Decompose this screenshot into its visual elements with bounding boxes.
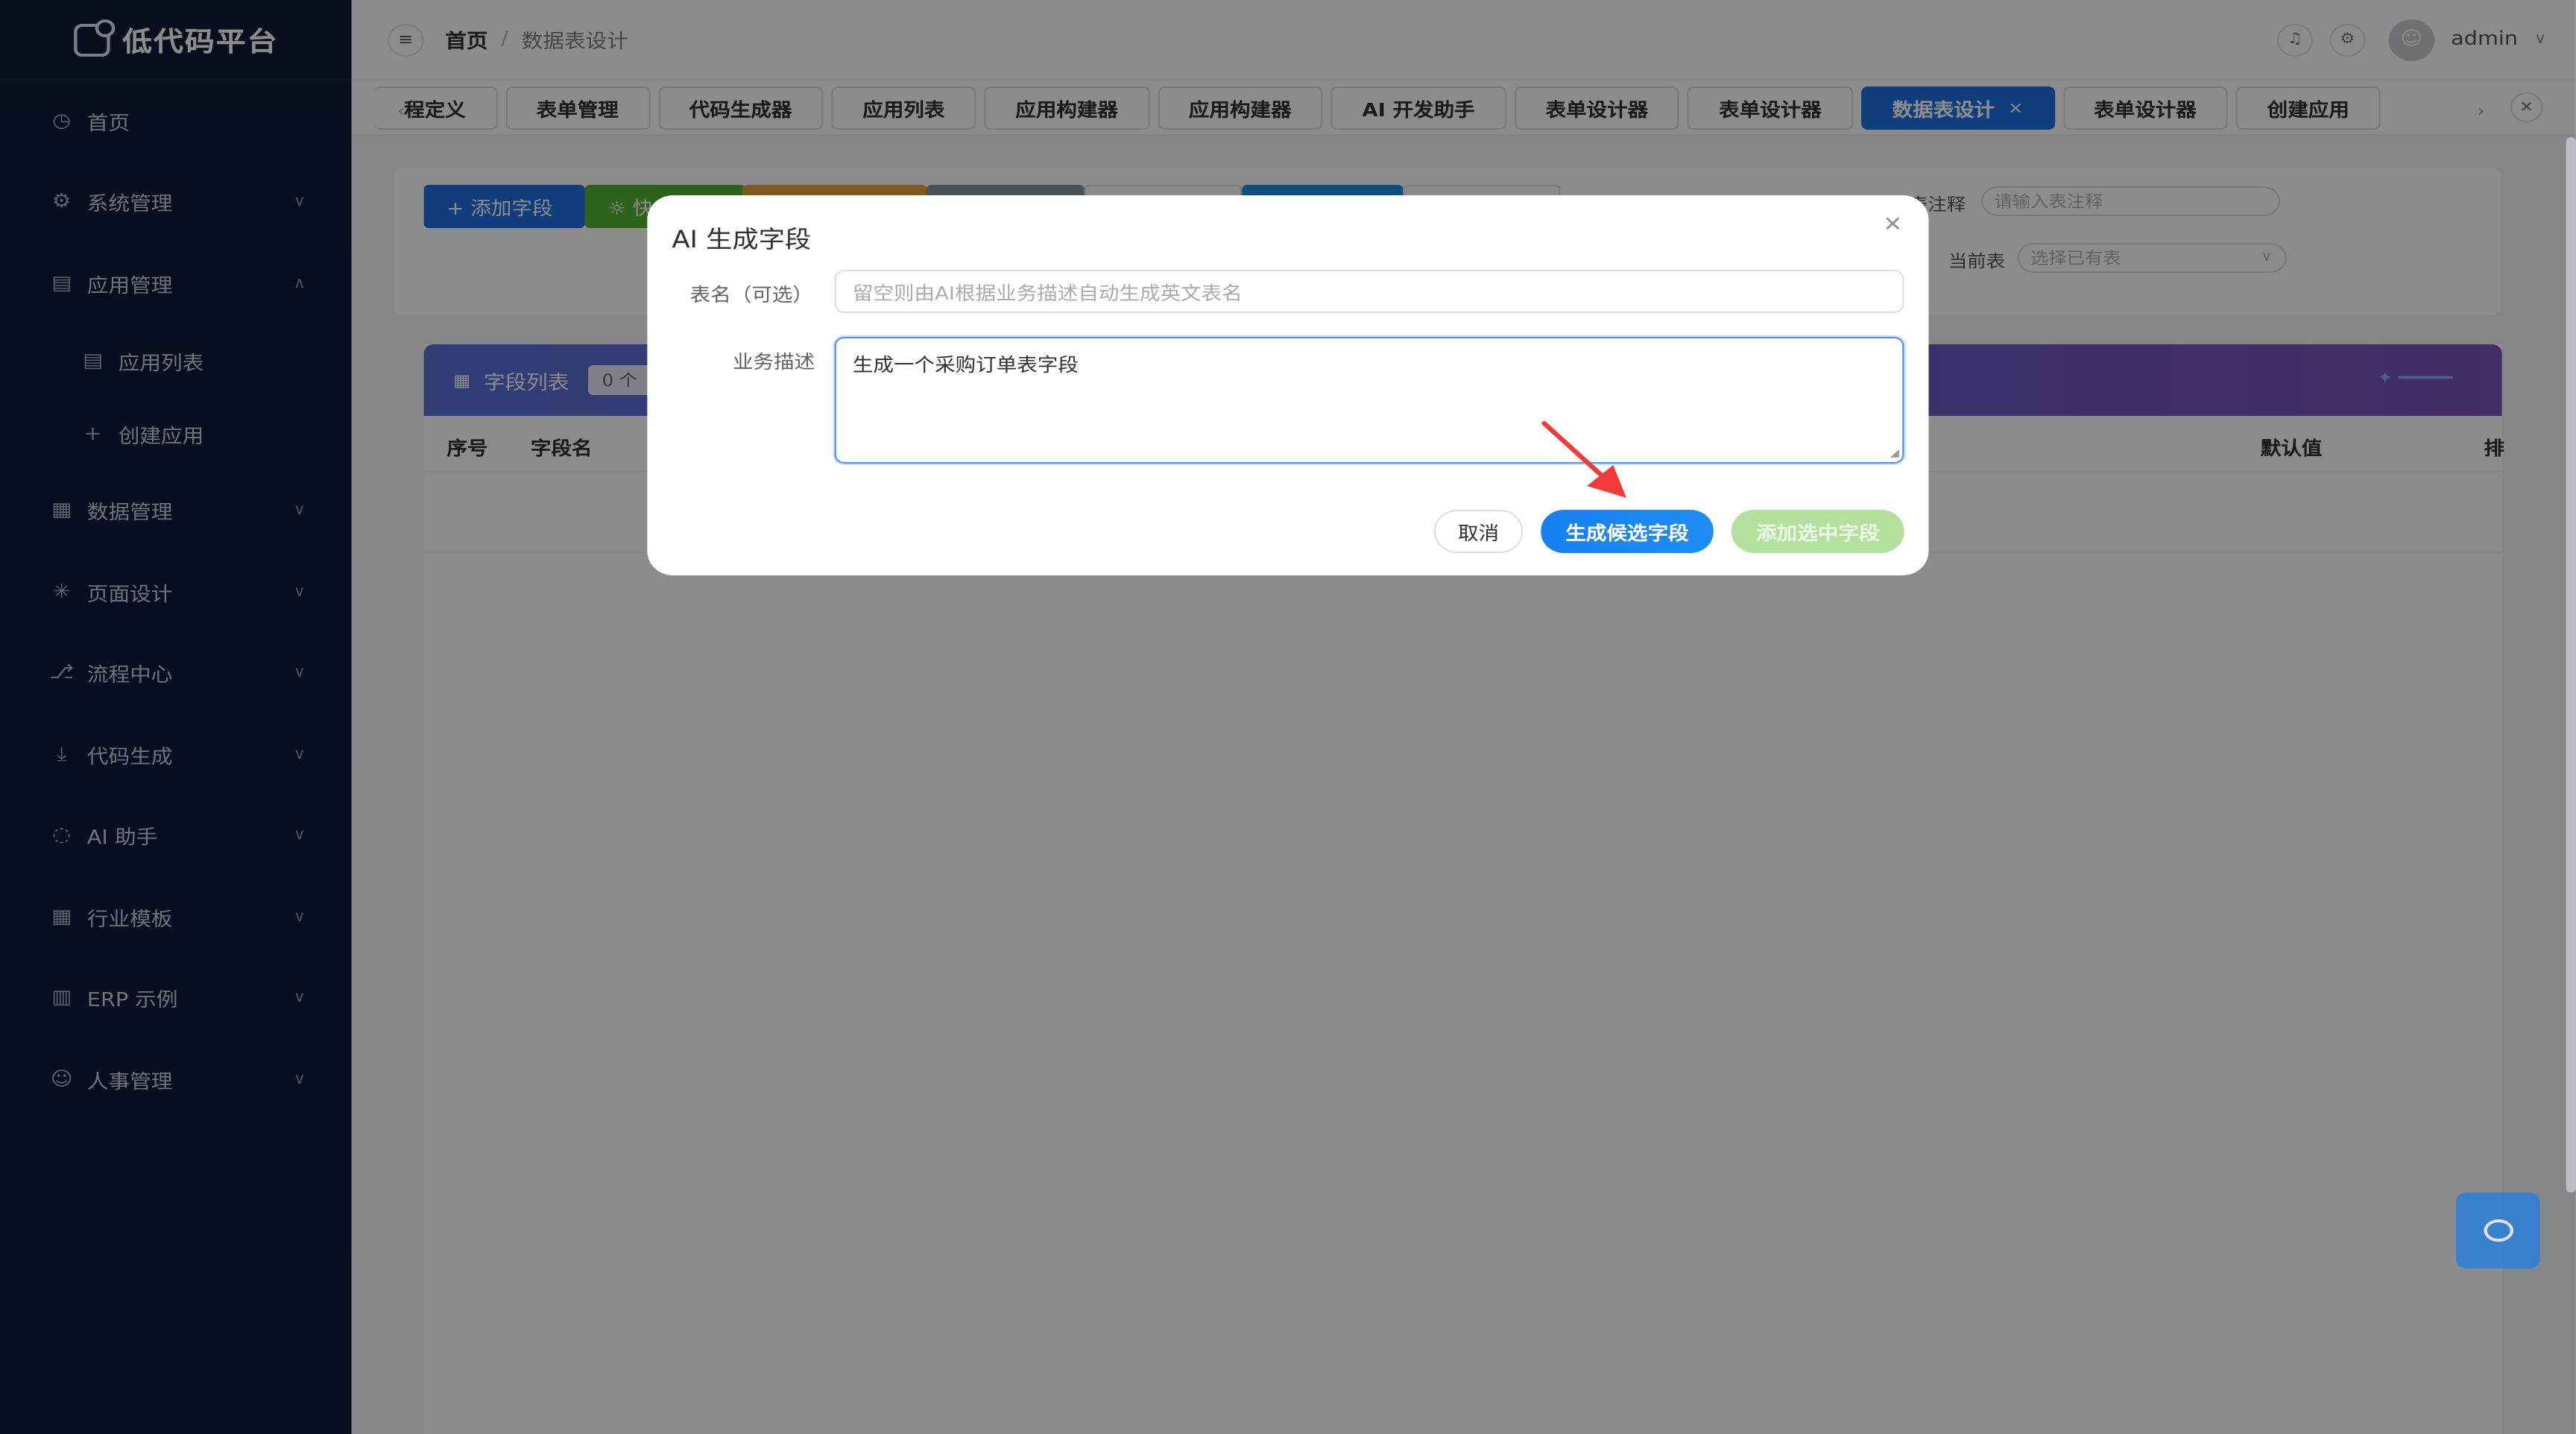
floating-chat-button[interactable] (2455, 1193, 2540, 1269)
page-scrollbar[interactable] (2566, 137, 2576, 1193)
chat-icon (2483, 1219, 2513, 1242)
annotation-arrow-icon (1541, 421, 1626, 498)
